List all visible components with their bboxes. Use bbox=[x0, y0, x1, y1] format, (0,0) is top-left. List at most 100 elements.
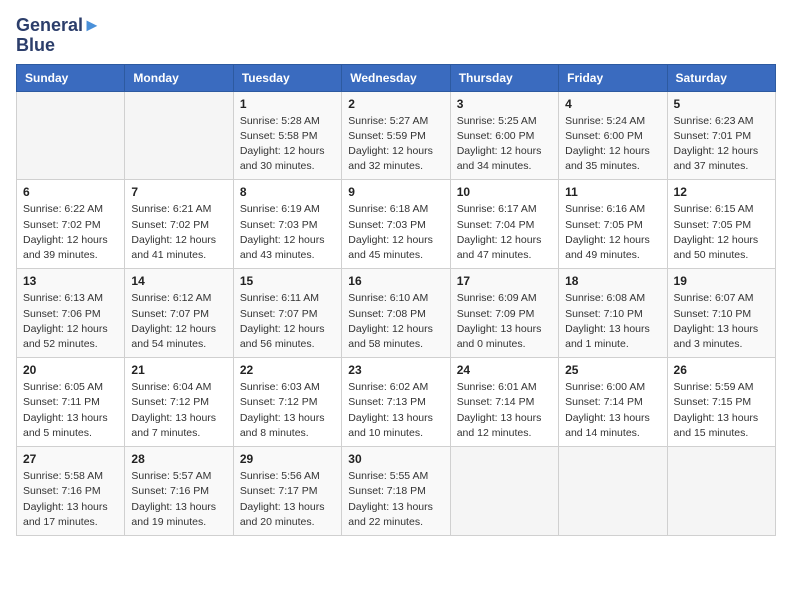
calendar-cell: 28 Sunrise: 5:57 AM Sunset: 7:16 PM Dayli… bbox=[125, 447, 233, 536]
calendar-cell: 4 Sunrise: 5:24 AM Sunset: 6:00 PM Daylig… bbox=[559, 91, 667, 180]
day-number: 11 bbox=[565, 185, 660, 199]
day-info: Sunrise: 6:18 AM Sunset: 7:03 PM Dayligh… bbox=[348, 202, 443, 263]
calendar-cell: 14 Sunrise: 6:12 AM Sunset: 7:07 PM Dayli… bbox=[125, 269, 233, 358]
calendar-cell: 18 Sunrise: 6:08 AM Sunset: 7:10 PM Dayli… bbox=[559, 269, 667, 358]
day-info: Sunrise: 6:11 AM Sunset: 7:07 PM Dayligh… bbox=[240, 291, 335, 352]
calendar-cell: 7 Sunrise: 6:21 AM Sunset: 7:02 PM Daylig… bbox=[125, 180, 233, 269]
calendar-cell: 30Sunrise: 5:55 AM Sunset: 7:18 PM Dayli… bbox=[342, 447, 450, 536]
day-info: Sunrise: 6:10 AM Sunset: 7:08 PM Dayligh… bbox=[348, 291, 443, 352]
day-number: 29 bbox=[240, 452, 335, 466]
calendar-cell: 25 Sunrise: 6:00 AM Sunset: 7:14 PM Dayli… bbox=[559, 358, 667, 447]
logo-text: General►Blue bbox=[16, 16, 101, 56]
day-of-week-header: Saturday bbox=[667, 64, 775, 91]
calendar-cell: 1 Sunrise: 5:28 AM Sunset: 5:58 PM Daylig… bbox=[233, 91, 341, 180]
day-of-week-header: Friday bbox=[559, 64, 667, 91]
calendar-cell: 8 Sunrise: 6:19 AM Sunset: 7:03 PM Daylig… bbox=[233, 180, 341, 269]
day-info: Sunrise: 6:07 AM Sunset: 7:10 PM Dayligh… bbox=[674, 291, 769, 352]
day-of-week-header: Wednesday bbox=[342, 64, 450, 91]
calendar-week-row: 1 Sunrise: 5:28 AM Sunset: 5:58 PM Daylig… bbox=[17, 91, 776, 180]
calendar-week-row: 6 Sunrise: 6:22 AM Sunset: 7:02 PM Daylig… bbox=[17, 180, 776, 269]
day-number: 6 bbox=[23, 185, 118, 199]
day-info: Sunrise: 6:05 AM Sunset: 7:11 PM Dayligh… bbox=[23, 380, 118, 441]
day-info: Sunrise: 5:57 AM Sunset: 7:16 PM Dayligh… bbox=[131, 469, 226, 530]
day-number: 12 bbox=[674, 185, 769, 199]
day-info: Sunrise: 6:15 AM Sunset: 7:05 PM Dayligh… bbox=[674, 202, 769, 263]
calendar-cell: 6 Sunrise: 6:22 AM Sunset: 7:02 PM Daylig… bbox=[17, 180, 125, 269]
day-of-week-header: Monday bbox=[125, 64, 233, 91]
day-number: 30 bbox=[348, 452, 443, 466]
day-number: 15 bbox=[240, 274, 335, 288]
day-info: Sunrise: 5:25 AM Sunset: 6:00 PM Dayligh… bbox=[457, 114, 552, 175]
day-info: Sunrise: 5:27 AM Sunset: 5:59 PM Dayligh… bbox=[348, 114, 443, 175]
calendar-cell: 27 Sunrise: 5:58 AM Sunset: 7:16 PM Dayli… bbox=[17, 447, 125, 536]
day-info: Sunrise: 6:08 AM Sunset: 7:10 PM Dayligh… bbox=[565, 291, 660, 352]
day-info: Sunrise: 6:01 AM Sunset: 7:14 PM Dayligh… bbox=[457, 380, 552, 441]
calendar-cell bbox=[125, 91, 233, 180]
day-of-week-header: Sunday bbox=[17, 64, 125, 91]
day-number: 4 bbox=[565, 97, 660, 111]
calendar-week-row: 20Sunrise: 6:05 AM Sunset: 7:11 PM Dayli… bbox=[17, 358, 776, 447]
day-info: Sunrise: 6:23 AM Sunset: 7:01 PM Dayligh… bbox=[674, 114, 769, 175]
day-info: Sunrise: 6:00 AM Sunset: 7:14 PM Dayligh… bbox=[565, 380, 660, 441]
day-number: 23 bbox=[348, 363, 443, 377]
day-number: 2 bbox=[348, 97, 443, 111]
calendar-cell: 13 Sunrise: 6:13 AM Sunset: 7:06 PM Dayli… bbox=[17, 269, 125, 358]
calendar-cell bbox=[559, 447, 667, 536]
calendar-cell: 5Sunrise: 6:23 AM Sunset: 7:01 PM Daylig… bbox=[667, 91, 775, 180]
calendar-cell: 19 Sunrise: 6:07 AM Sunset: 7:10 PM Dayli… bbox=[667, 269, 775, 358]
calendar-cell: 9Sunrise: 6:18 AM Sunset: 7:03 PM Daylig… bbox=[342, 180, 450, 269]
day-of-week-header: Tuesday bbox=[233, 64, 341, 91]
day-number: 17 bbox=[457, 274, 552, 288]
calendar-cell: 20Sunrise: 6:05 AM Sunset: 7:11 PM Dayli… bbox=[17, 358, 125, 447]
page-header: General►Blue bbox=[16, 16, 776, 56]
day-number: 8 bbox=[240, 185, 335, 199]
calendar-cell bbox=[667, 447, 775, 536]
day-info: Sunrise: 6:21 AM Sunset: 7:02 PM Dayligh… bbox=[131, 202, 226, 263]
calendar-cell: 26Sunrise: 5:59 AM Sunset: 7:15 PM Dayli… bbox=[667, 358, 775, 447]
day-number: 3 bbox=[457, 97, 552, 111]
day-info: Sunrise: 6:03 AM Sunset: 7:12 PM Dayligh… bbox=[240, 380, 335, 441]
day-number: 28 bbox=[131, 452, 226, 466]
calendar-table: SundayMondayTuesdayWednesdayThursdayFrid… bbox=[16, 64, 776, 536]
calendar-cell: 11Sunrise: 6:16 AM Sunset: 7:05 PM Dayli… bbox=[559, 180, 667, 269]
day-number: 22 bbox=[240, 363, 335, 377]
day-info: Sunrise: 5:56 AM Sunset: 7:17 PM Dayligh… bbox=[240, 469, 335, 530]
day-info: Sunrise: 6:19 AM Sunset: 7:03 PM Dayligh… bbox=[240, 202, 335, 263]
day-info: Sunrise: 6:04 AM Sunset: 7:12 PM Dayligh… bbox=[131, 380, 226, 441]
day-info: Sunrise: 6:22 AM Sunset: 7:02 PM Dayligh… bbox=[23, 202, 118, 263]
day-number: 24 bbox=[457, 363, 552, 377]
calendar-cell bbox=[450, 447, 558, 536]
day-number: 26 bbox=[674, 363, 769, 377]
day-info: Sunrise: 5:24 AM Sunset: 6:00 PM Dayligh… bbox=[565, 114, 660, 175]
calendar-cell: 2 Sunrise: 5:27 AM Sunset: 5:59 PM Daylig… bbox=[342, 91, 450, 180]
day-of-week-header: Thursday bbox=[450, 64, 558, 91]
calendar-cell: 24 Sunrise: 6:01 AM Sunset: 7:14 PM Dayli… bbox=[450, 358, 558, 447]
calendar-cell bbox=[17, 91, 125, 180]
day-number: 19 bbox=[674, 274, 769, 288]
day-info: Sunrise: 6:12 AM Sunset: 7:07 PM Dayligh… bbox=[131, 291, 226, 352]
calendar-cell: 3 Sunrise: 5:25 AM Sunset: 6:00 PM Daylig… bbox=[450, 91, 558, 180]
day-info: Sunrise: 5:28 AM Sunset: 5:58 PM Dayligh… bbox=[240, 114, 335, 175]
day-info: Sunrise: 5:58 AM Sunset: 7:16 PM Dayligh… bbox=[23, 469, 118, 530]
calendar-cell: 22 Sunrise: 6:03 AM Sunset: 7:12 PM Dayli… bbox=[233, 358, 341, 447]
calendar-week-row: 13 Sunrise: 6:13 AM Sunset: 7:06 PM Dayli… bbox=[17, 269, 776, 358]
day-info: Sunrise: 6:02 AM Sunset: 7:13 PM Dayligh… bbox=[348, 380, 443, 441]
day-number: 13 bbox=[23, 274, 118, 288]
day-number: 27 bbox=[23, 452, 118, 466]
calendar-cell: 29 Sunrise: 5:56 AM Sunset: 7:17 PM Dayli… bbox=[233, 447, 341, 536]
calendar-cell: 16 Sunrise: 6:10 AM Sunset: 7:08 PM Dayli… bbox=[342, 269, 450, 358]
day-number: 14 bbox=[131, 274, 226, 288]
day-info: Sunrise: 6:09 AM Sunset: 7:09 PM Dayligh… bbox=[457, 291, 552, 352]
day-number: 21 bbox=[131, 363, 226, 377]
day-number: 25 bbox=[565, 363, 660, 377]
calendar-header-row: SundayMondayTuesdayWednesdayThursdayFrid… bbox=[17, 64, 776, 91]
day-number: 18 bbox=[565, 274, 660, 288]
day-number: 16 bbox=[348, 274, 443, 288]
day-number: 1 bbox=[240, 97, 335, 111]
calendar-cell: 15 Sunrise: 6:11 AM Sunset: 7:07 PM Dayli… bbox=[233, 269, 341, 358]
day-number: 7 bbox=[131, 185, 226, 199]
calendar-cell: 21 Sunrise: 6:04 AM Sunset: 7:12 PM Dayli… bbox=[125, 358, 233, 447]
calendar-cell: 23 Sunrise: 6:02 AM Sunset: 7:13 PM Dayli… bbox=[342, 358, 450, 447]
day-info: Sunrise: 6:17 AM Sunset: 7:04 PM Dayligh… bbox=[457, 202, 552, 263]
day-info: Sunrise: 6:13 AM Sunset: 7:06 PM Dayligh… bbox=[23, 291, 118, 352]
